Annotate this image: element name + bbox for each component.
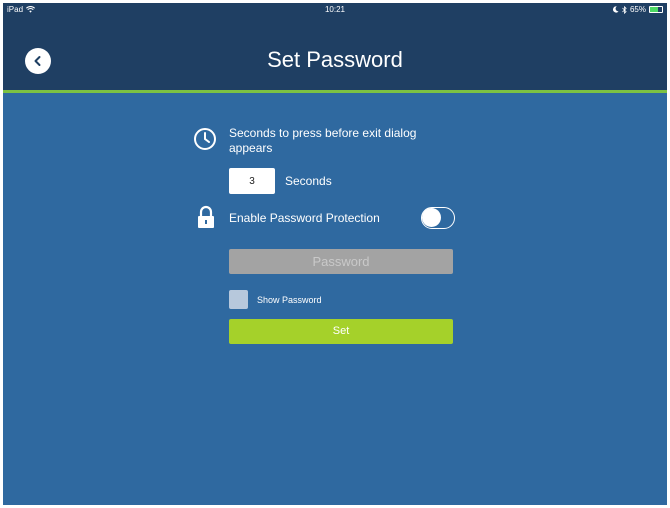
page-title: Set Password xyxy=(267,47,403,72)
bluetooth-icon xyxy=(622,5,627,14)
navigation-bar: Set Password xyxy=(3,17,667,90)
exit-dialog-label: Seconds to press before exit dialog appe… xyxy=(229,126,417,155)
seconds-unit-label: Seconds xyxy=(285,174,332,188)
password-field[interactable] xyxy=(229,249,453,274)
toggle-knob xyxy=(422,208,441,227)
moon-icon xyxy=(613,6,619,13)
lock-icon xyxy=(198,205,214,228)
status-time: 10:21 xyxy=(324,5,346,14)
set-button[interactable]: Set xyxy=(229,319,453,344)
seconds-input[interactable] xyxy=(229,168,275,194)
battery-icon xyxy=(649,6,663,13)
enable-password-label: Enable Password Protection xyxy=(229,211,380,225)
app-screen: iPad 10:21 65% Set Password Seconds to p… xyxy=(3,3,667,505)
battery-percent: 65% xyxy=(629,5,646,14)
password-protection-toggle[interactable] xyxy=(421,207,455,229)
status-right: 65% xyxy=(612,5,663,14)
clock-icon xyxy=(194,128,216,150)
show-password-label: Show Password xyxy=(257,295,322,305)
battery-fill xyxy=(650,7,658,12)
accent-divider xyxy=(3,90,667,93)
show-password-checkbox[interactable] xyxy=(229,290,248,309)
status-bar: iPad 10:21 65% xyxy=(3,3,667,17)
